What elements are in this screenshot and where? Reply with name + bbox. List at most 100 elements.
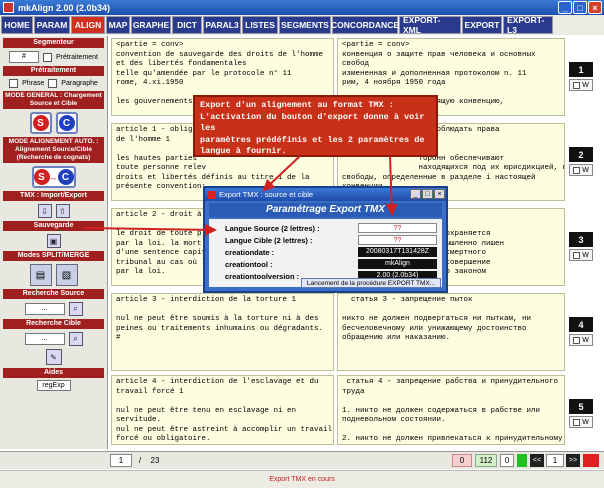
creationtool-value: mkAlign <box>358 259 437 269</box>
pretraitement-checkbox[interactable] <box>42 52 52 62</box>
split-icon: ▤ <box>35 269 46 281</box>
page-total: 23 <box>150 456 160 465</box>
w-checkbox[interactable] <box>573 336 581 344</box>
tab-segments[interactable]: SEGMENTS <box>279 16 331 34</box>
w-checkbox[interactable] <box>573 418 581 426</box>
aides-title: Aides <box>3 368 104 378</box>
green-indicator <box>517 454 527 467</box>
title-bar: mkAlign 2.00 (2.0b34) _ □ × <box>0 0 604 15</box>
minimize-button[interactable]: _ <box>558 1 572 14</box>
sauvegarde-title: Sauvegarde <box>3 221 104 231</box>
tab-export-xml[interactable]: EXPORT-XML <box>399 15 461 35</box>
w-label: W <box>582 166 589 174</box>
segment-number: 5 <box>569 399 593 414</box>
counter-112: 112 <box>475 454 497 467</box>
clear-search-button[interactable]: ✎ <box>45 349 62 365</box>
target-lang-input[interactable]: ?? <box>358 235 437 245</box>
tab-export-l3[interactable]: EXPORT-L3 <box>503 15 553 35</box>
app-icon <box>3 2 14 13</box>
w-checkbox[interactable] <box>573 81 581 89</box>
counter-zero: 0 <box>452 454 472 467</box>
segment-number: 3 <box>569 232 593 247</box>
recherche-source-title: Recherche Source <box>3 289 104 299</box>
left-panel: Segmenteur # Prétraitement Prétraitement… <box>0 36 108 449</box>
page-box[interactable]: 1 <box>546 454 564 467</box>
dialog-maximize-button[interactable]: □ <box>422 189 433 199</box>
field-label: creationdate : <box>225 248 275 257</box>
merge-button[interactable]: ▧ <box>55 264 78 286</box>
search-source-button[interactable]: ⌕ <box>68 302 83 316</box>
phrase-checkbox[interactable] <box>9 79 19 88</box>
tmx-title: TMX : Import/Export <box>3 191 104 201</box>
tab-map[interactable]: MAP <box>106 16 130 34</box>
tab-home[interactable]: HOME <box>1 16 33 34</box>
prev-button[interactable]: << <box>530 454 544 467</box>
source-lang-input[interactable]: ?? <box>358 223 437 233</box>
tmx-callout: Export d'un alignement au format TMX : L… <box>193 95 438 157</box>
search-icon: ⌕ <box>73 304 78 313</box>
w-label: W <box>582 418 589 426</box>
segmenteur-title: Segmenteur <box>3 38 104 48</box>
w-label: W <box>582 336 589 344</box>
auto-align-button[interactable]: S ↔ C <box>31 166 76 188</box>
launch-export-button[interactable]: Lancement de la procédure EXPORT TMX... <box>301 278 441 288</box>
import-icon: ⇩ <box>41 206 48 216</box>
paragraphe-checkbox[interactable] <box>48 79 58 88</box>
tab-graphe[interactable]: GRAPHE <box>131 16 171 34</box>
source-segment[interactable]: article 4 - interdiction de l'esclavage … <box>111 375 334 445</box>
segment-w-toggle[interactable]: W <box>569 416 593 428</box>
menu-bar: HOME PARAM ALIGN MAP GRAPHE DICT PARAL3 … <box>0 15 604 35</box>
pretraitement-title: Prétraitement <box>3 66 104 76</box>
search-target-input[interactable]: ... <box>24 333 65 345</box>
split-button[interactable]: ▤ <box>29 264 52 286</box>
page-current-input[interactable]: 1 <box>110 454 132 467</box>
tab-concordance[interactable]: CONCORDANCE <box>331 16 399 34</box>
segment-w-toggle[interactable]: W <box>569 164 593 176</box>
page-separator: / <box>138 456 142 465</box>
tab-paral3[interactable]: PARAL3 <box>203 16 241 34</box>
segment-number: 1 <box>569 62 593 77</box>
field-label: Langue Cible (2 lettres) : <box>225 236 313 245</box>
field-label: Langue Source (2 lettres) : <box>225 224 320 233</box>
tab-export[interactable]: EXPORT <box>462 16 502 34</box>
recherche-cible-title: Recherche Cible <box>3 319 104 329</box>
w-label: W <box>582 81 589 89</box>
target-segment[interactable]: статья 4 - запрещение рабства и принудит… <box>337 375 565 445</box>
w-label: W <box>582 251 589 259</box>
split-merge-title: Modes SPLIT/MERGE <box>3 251 104 261</box>
field-label: creationtoolversion : <box>225 272 300 281</box>
tab-param[interactable]: PARAM <box>34 16 70 34</box>
search-target-button[interactable]: ⌕ <box>68 332 83 346</box>
segment-w-toggle[interactable]: W <box>569 334 593 346</box>
tmx-export-button[interactable]: ⇧ <box>55 204 70 218</box>
search-source-input[interactable]: ... <box>24 303 65 315</box>
creationdate-value: 20080317T131428Z <box>358 247 437 257</box>
load-target-button[interactable]: C <box>55 112 78 134</box>
source-segment[interactable]: article 3 - interdiction de la torture 1… <box>111 293 334 371</box>
tab-dict[interactable]: DICT <box>172 16 202 34</box>
regexp-button[interactable]: regExp <box>36 380 71 391</box>
dialog-body: Langue Source (2 lettres) :?? Langue Cib… <box>209 219 442 287</box>
target-segment[interactable]: статья 3 - запрещение пыток никто не дол… <box>337 293 565 371</box>
tab-listes[interactable]: LISTES <box>242 16 278 34</box>
load-source-button[interactable]: S <box>29 112 52 134</box>
bottom-bar: 1 / 23 0 112 0 << 1 >> <box>0 451 604 469</box>
tmx-import-button[interactable]: ⇩ <box>37 204 52 218</box>
segment-w-toggle[interactable]: W <box>569 249 593 261</box>
counter-zero-2: 0 <box>500 454 514 467</box>
red-indicator <box>583 454 599 467</box>
maximize-button[interactable]: □ <box>573 1 587 14</box>
dialog-minimize-button[interactable]: _ <box>410 189 421 199</box>
segmenteur-input[interactable]: # <box>8 51 39 63</box>
next-button[interactable]: >> <box>566 454 580 467</box>
segment-w-toggle[interactable]: W <box>569 79 593 91</box>
export-icon: ⇧ <box>59 206 66 216</box>
save-button[interactable]: ▣ <box>46 234 61 248</box>
tab-align[interactable]: ALIGN <box>71 16 105 34</box>
close-button[interactable]: × <box>588 1 602 14</box>
w-checkbox[interactable] <box>573 251 581 259</box>
w-checkbox[interactable] <box>573 166 581 174</box>
dialog-title-bar: Export TMX : source et cible _ □ × <box>205 188 446 201</box>
dialog-close-button[interactable]: × <box>434 189 445 199</box>
paragraphe-label: Paragraphe <box>61 80 98 87</box>
